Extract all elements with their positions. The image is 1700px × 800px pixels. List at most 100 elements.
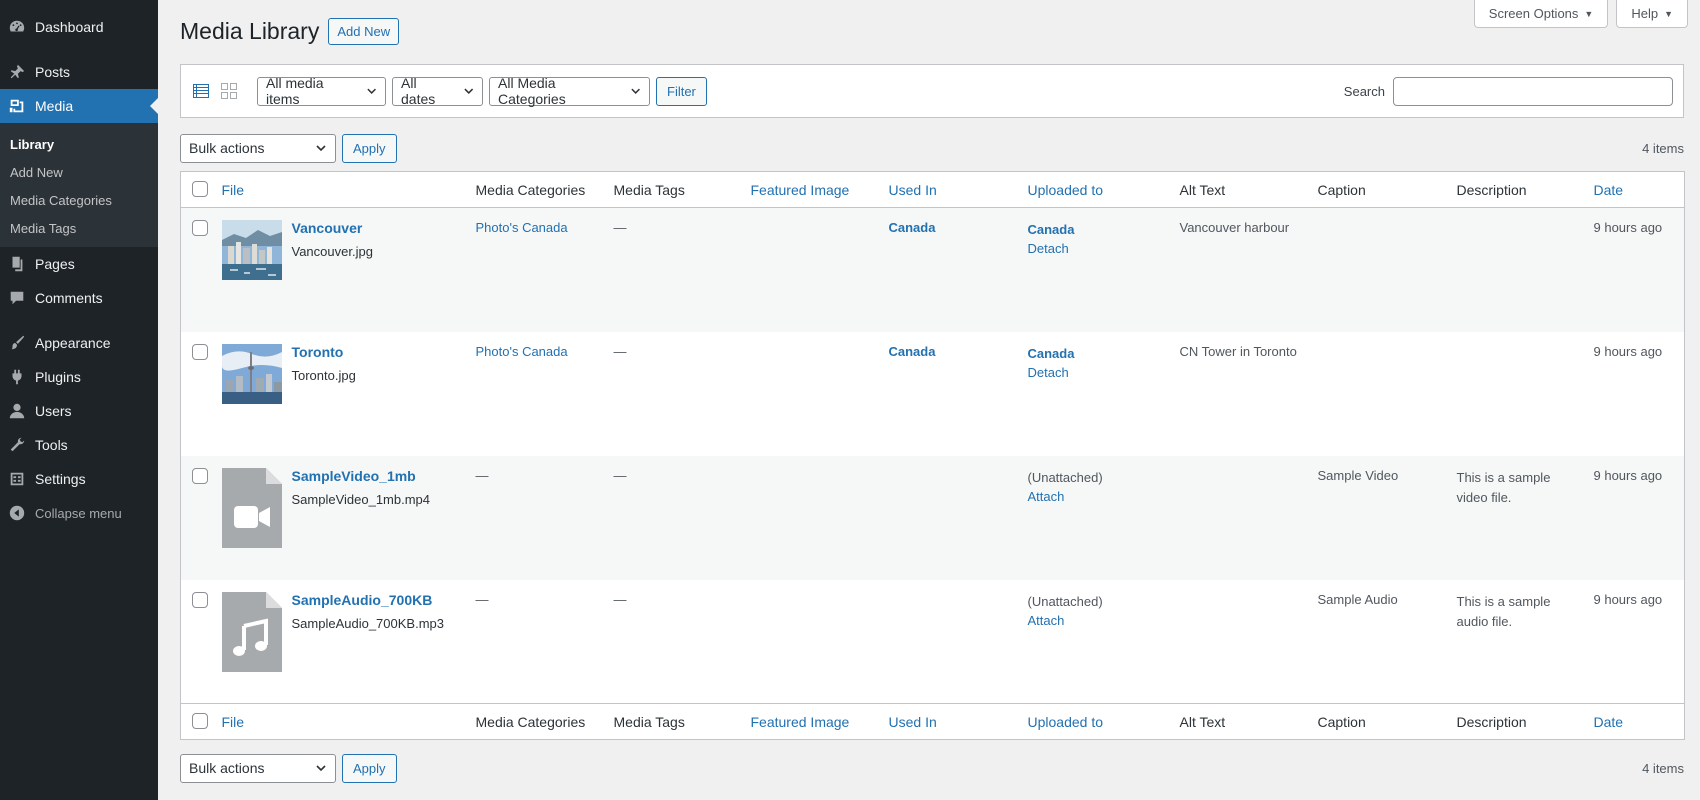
menu-item-plugins[interactable]: Plugins [0,360,158,394]
column-used-in[interactable]: Used In [880,171,1020,208]
column-featured-image[interactable]: Featured Image [742,171,881,208]
submenu-media-categories[interactable]: Media Categories [0,186,158,214]
detach-link[interactable]: Detach [1028,239,1164,258]
menu-item-media[interactable]: Media [0,89,158,123]
row-checkbox[interactable] [192,343,208,360]
menu-label-posts: Posts [35,64,71,80]
unattached-label: (Unattached) [1027,469,1103,485]
add-new-button[interactable]: Add New [328,18,400,45]
collapse-icon [8,504,26,522]
menu-item-pages[interactable]: Pages [0,247,158,281]
pin-icon [8,63,26,81]
menu-item-dashboard[interactable]: Dashboard [0,10,158,44]
uploaded-to-link[interactable]: Canada [1028,344,1164,363]
menu-label-plugins: Plugins [35,369,81,385]
apply-button[interactable]: Apply [342,133,397,163]
description-cell: This is a sample video file. [1448,455,1586,580]
collapse-menu-label: Collapse menu [35,505,122,521]
column-file[interactable]: File [213,171,468,208]
grid-view-icon[interactable] [219,81,239,101]
dashboard-icon [8,18,26,36]
menu-item-comments[interactable]: Comments [0,281,158,315]
apply-button-bottom[interactable]: Apply [342,753,397,783]
alt-text-cell: CN Tower in Toronto [1179,343,1297,359]
file-title-link[interactable]: SampleVideo_1mb [292,468,431,484]
caret-down-icon: ▼ [1584,8,1594,19]
file-cell: Toronto Toronto.jpg [214,332,468,456]
toronto-photo-thumbnail[interactable] [221,343,282,404]
media-tags-cell: — [613,591,627,607]
menu-item-settings[interactable]: Settings [0,462,158,496]
attach-link[interactable]: Attach [1028,487,1164,506]
column-file[interactable]: File [213,703,468,740]
file-title-link[interactable]: SampleAudio_700KB [292,592,445,608]
menu-label-users: Users [35,403,72,419]
submenu-media-tags[interactable]: Media Tags [0,214,158,242]
media-category-select[interactable]: All Media Categories [489,75,650,107]
used-in-cell: Canada [880,207,1020,332]
column-uploaded-to[interactable]: Uploaded to [1019,171,1172,208]
column-caption: Caption [1309,171,1449,208]
row-checkbox[interactable] [192,467,208,484]
row-checkbox-cell [180,207,214,332]
column-used-in[interactable]: Used In [880,703,1020,740]
select-all-checkbox[interactable] [192,181,208,197]
column-date[interactable]: Date [1585,703,1685,740]
tablenav-bottom: Bulk actions Apply 4 items [180,753,1684,783]
video-file-icon[interactable] [221,467,282,548]
column-featured-image[interactable]: Featured Image [742,703,881,740]
paintbrush-icon [8,334,26,352]
media-categories-cell: — [467,455,606,580]
column-media-categories: Media Categories [467,171,606,208]
collapse-menu-button[interactable]: Collapse menu [0,496,158,530]
date-value: All dates [401,75,436,107]
menu-item-appearance[interactable]: Appearance [0,326,158,360]
row-checkbox[interactable] [192,220,208,236]
screen-options-label: Screen Options [1488,6,1579,21]
attach-link[interactable]: Attach [1028,611,1164,630]
list-view-icon[interactable] [191,81,211,101]
search-input[interactable] [1393,76,1673,106]
file-title-link[interactable]: Toronto [292,344,356,360]
table-row: SampleAudio_700KB SampleAudio_700KB.mp3 … [181,580,1685,704]
used-in-cell: Canada [881,332,1020,456]
filter-button[interactable]: Filter [656,76,707,106]
menu-item-users[interactable]: Users [0,394,158,428]
detach-link[interactable]: Detach [1028,363,1164,382]
column-date[interactable]: Date [1585,171,1685,208]
menu-label-appearance: Appearance [35,335,111,351]
user-icon [8,402,26,420]
audio-file-icon[interactable] [221,591,282,672]
submenu-add-new[interactable]: Add New [0,158,158,186]
submenu-library[interactable]: Library [0,130,158,158]
menu-label-dashboard: Dashboard [35,19,104,35]
menu-item-tools[interactable]: Tools [0,428,158,462]
select-all-checkbox-cell [180,703,214,740]
menu-item-posts[interactable]: Posts [0,55,158,89]
bulk-actions-select[interactable]: Bulk actions [180,133,336,163]
caret-down-icon: ▼ [1664,8,1673,19]
bulk-actions-select-bottom[interactable]: Bulk actions [180,753,336,783]
uploaded-to-link[interactable]: Canada [1028,220,1164,239]
vancouver-photo-thumbnail[interactable] [221,220,282,280]
column-uploaded-to[interactable]: Uploaded to [1019,703,1172,740]
date-select[interactable]: All dates [392,75,483,107]
used-in-link[interactable]: Canada [889,344,936,359]
chevron-down-icon [631,88,640,94]
table-row: Vancouver Vancouver.jpg Photo's Canada —… [180,207,1685,332]
screen-options-button[interactable]: Screen Options ▼ [1473,0,1609,28]
table-footer-row: File Media Categories Media Tags Feature… [180,703,1685,740]
select-all-checkbox-bottom[interactable] [192,713,208,729]
description-cell [1449,332,1586,456]
category-link[interactable]: Photo's Canada [476,344,568,359]
media-categories-cell: Photo's Canada [467,207,606,332]
file-title-link[interactable]: Vancouver [292,220,373,236]
media-type-select[interactable]: All media items [257,75,386,107]
media-tags-cell: — [605,207,743,332]
menu-label-media: Media [35,98,74,114]
category-link[interactable]: Photo's Canada [476,220,568,235]
row-checkbox[interactable] [192,591,208,608]
help-button[interactable]: Help ▼ [1616,0,1688,28]
row-checkbox-cell [180,455,214,580]
used-in-link[interactable]: Canada [889,220,936,235]
